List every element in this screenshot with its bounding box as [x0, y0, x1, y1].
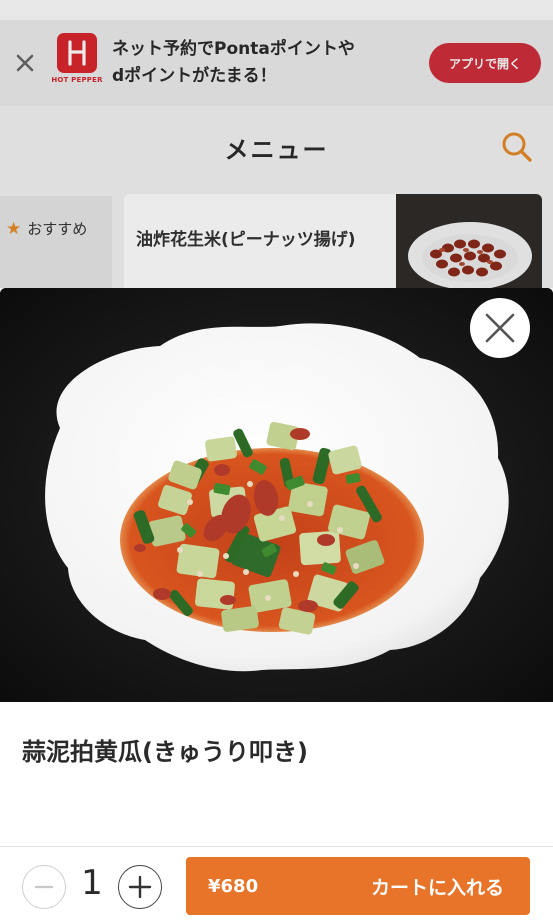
close-icon: [485, 313, 515, 343]
banner-message: ネット予約でPontaポイントや dポイントがたまる！: [104, 36, 429, 90]
page-header: メニュー: [0, 106, 553, 184]
order-footer: 1 ¥680 カートに入れる: [0, 846, 553, 924]
app-promo-banner: HOT PEPPER ネット予約でPontaポイントや dポイントがたまる！ ア…: [0, 20, 553, 106]
plus-icon: [128, 875, 152, 899]
app-root: HOT PEPPER ネット予約でPontaポイントや dポイントがたまる！ ア…: [0, 0, 553, 924]
product-detail-modal: 蒜泥拍黄瓜(きゅうり叩き) 1 ¥680 カートに入れる: [0, 288, 553, 924]
sidebar-item-content: ★ おすすめ: [6, 218, 87, 239]
banner-message-line2: dポイントがたまる！: [112, 66, 277, 86]
minus-icon: [34, 885, 54, 889]
price-label: ¥680: [208, 875, 259, 897]
hotpepper-logo: HOT PEPPER: [50, 33, 104, 93]
page-title: メニュー: [224, 136, 329, 164]
modal-close-button[interactable]: [470, 298, 530, 358]
search-button[interactable]: [500, 130, 534, 164]
fork-knife-icon: [57, 33, 97, 73]
banner-close-button[interactable]: [0, 20, 50, 106]
menu-item-photo: [396, 194, 542, 288]
menu-item-card[interactable]: 油炸花生米(ピーナッツ揚げ): [124, 194, 542, 288]
open-app-button[interactable]: アプリで開く: [429, 43, 541, 83]
quantity-decrease-button[interactable]: [22, 865, 66, 909]
add-to-cart-button[interactable]: ¥680 カートに入れる: [186, 857, 530, 915]
product-name: 蒜泥拍黄瓜(きゅうり叩き): [22, 738, 308, 766]
close-icon: [16, 54, 34, 72]
quantity-value: 1: [81, 863, 103, 903]
quantity-increase-button[interactable]: [118, 865, 162, 909]
status-strip: [0, 0, 553, 20]
sidebar-item-recommended[interactable]: ★ おすすめ: [0, 196, 112, 288]
logo-text: HOT PEPPER: [51, 76, 103, 84]
banner-message-line1: ネット予約でPontaポイントや: [112, 39, 355, 59]
add-to-cart-label: カートに入れる: [370, 876, 504, 899]
menu-item-name: 油炸花生米(ピーナッツ揚げ): [136, 230, 356, 250]
search-icon: [502, 132, 532, 162]
star-icon: ★: [6, 218, 22, 239]
sidebar-item-label: おすすめ: [27, 220, 88, 238]
product-photo: [0, 288, 553, 702]
